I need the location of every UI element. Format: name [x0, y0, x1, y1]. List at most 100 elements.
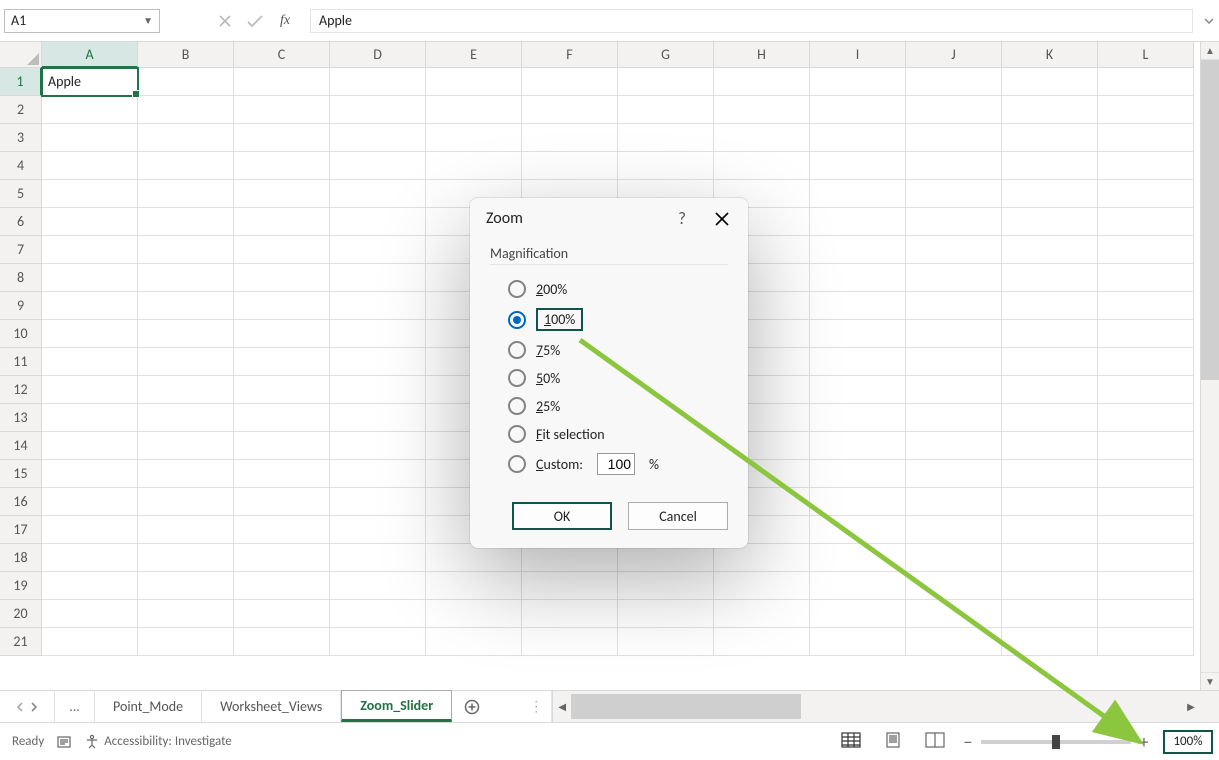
cell[interactable]: [1098, 460, 1194, 488]
cell[interactable]: [810, 208, 906, 236]
row-header[interactable]: 8: [0, 264, 42, 292]
cell[interactable]: [426, 124, 522, 152]
fx-icon[interactable]: fx: [270, 9, 300, 33]
cell[interactable]: [1098, 348, 1194, 376]
row-header[interactable]: 15: [0, 460, 42, 488]
cell[interactable]: [330, 572, 426, 600]
cell[interactable]: [426, 600, 522, 628]
zoom-slider[interactable]: − +: [959, 731, 1153, 753]
cell[interactable]: [1098, 432, 1194, 460]
cell[interactable]: [42, 264, 138, 292]
zoom-option-fit[interactable]: Fit selection: [490, 420, 728, 448]
cell[interactable]: [330, 292, 426, 320]
cell[interactable]: [138, 68, 234, 96]
cell[interactable]: [42, 572, 138, 600]
zoom-in-button[interactable]: +: [1135, 731, 1153, 753]
cell[interactable]: [522, 600, 618, 628]
cell[interactable]: [1098, 96, 1194, 124]
cell[interactable]: [234, 600, 330, 628]
zoom-level-button[interactable]: 100%: [1163, 730, 1213, 754]
cell[interactable]: [138, 152, 234, 180]
row-header[interactable]: 2: [0, 96, 42, 124]
cell[interactable]: [234, 264, 330, 292]
sheet-tab-point-mode[interactable]: Point_Mode: [95, 691, 202, 722]
row-header[interactable]: 18: [0, 544, 42, 572]
cell[interactable]: [906, 96, 1002, 124]
cell[interactable]: [234, 208, 330, 236]
cell[interactable]: [138, 572, 234, 600]
cell[interactable]: [330, 68, 426, 96]
cell[interactable]: [906, 488, 1002, 516]
cell[interactable]: [810, 572, 906, 600]
row-header[interactable]: 17: [0, 516, 42, 544]
cell[interactable]: [1098, 544, 1194, 572]
cell[interactable]: [1098, 208, 1194, 236]
cell[interactable]: [1002, 516, 1098, 544]
zoom-slider-track[interactable]: [981, 740, 1131, 744]
cell[interactable]: [810, 432, 906, 460]
row-header[interactable]: 5: [0, 180, 42, 208]
cell[interactable]: [42, 460, 138, 488]
cell[interactable]: [906, 68, 1002, 96]
cell[interactable]: [330, 264, 426, 292]
sheet-nav[interactable]: [0, 691, 55, 722]
cell[interactable]: [1002, 292, 1098, 320]
cell[interactable]: [1098, 236, 1194, 264]
cell[interactable]: [234, 460, 330, 488]
cell[interactable]: [138, 180, 234, 208]
cell[interactable]: [234, 320, 330, 348]
cell[interactable]: [906, 432, 1002, 460]
cell[interactable]: [810, 96, 906, 124]
cell[interactable]: [138, 348, 234, 376]
cell[interactable]: [330, 152, 426, 180]
column-header[interactable]: F: [522, 42, 618, 68]
row-header[interactable]: 6: [0, 208, 42, 236]
sheet-overflow[interactable]: ...: [55, 691, 95, 722]
cell[interactable]: [42, 96, 138, 124]
row-header[interactable]: 16: [0, 488, 42, 516]
cell[interactable]: [1002, 180, 1098, 208]
cell[interactable]: [330, 488, 426, 516]
cell[interactable]: [522, 152, 618, 180]
column-header[interactable]: J: [906, 42, 1002, 68]
cell[interactable]: [522, 124, 618, 152]
cell[interactable]: [1002, 152, 1098, 180]
cell[interactable]: [1002, 320, 1098, 348]
cell[interactable]: [426, 572, 522, 600]
ok-button[interactable]: OK: [512, 502, 612, 530]
cell[interactable]: [906, 292, 1002, 320]
row-header[interactable]: 12: [0, 376, 42, 404]
cell[interactable]: [906, 348, 1002, 376]
cell[interactable]: [906, 404, 1002, 432]
cell[interactable]: [1002, 460, 1098, 488]
cell[interactable]: [522, 628, 618, 656]
cell[interactable]: [906, 516, 1002, 544]
cell[interactable]: [1002, 208, 1098, 236]
cell[interactable]: [1002, 600, 1098, 628]
row-header[interactable]: 3: [0, 124, 42, 152]
cell[interactable]: [138, 264, 234, 292]
cell[interactable]: [522, 68, 618, 96]
cell[interactable]: [234, 404, 330, 432]
column-header[interactable]: I: [810, 42, 906, 68]
cell[interactable]: [234, 488, 330, 516]
cell[interactable]: [42, 432, 138, 460]
cell[interactable]: [42, 404, 138, 432]
cell[interactable]: [714, 600, 810, 628]
cell[interactable]: [1098, 264, 1194, 292]
cell[interactable]: [810, 152, 906, 180]
cell[interactable]: [1098, 68, 1194, 96]
cell[interactable]: [1002, 264, 1098, 292]
cell[interactable]: [1002, 432, 1098, 460]
cell[interactable]: [138, 628, 234, 656]
cell[interactable]: [138, 544, 234, 572]
cell[interactable]: [810, 124, 906, 152]
cell[interactable]: [618, 96, 714, 124]
cell[interactable]: [138, 292, 234, 320]
cell[interactable]: [714, 572, 810, 600]
cell[interactable]: [810, 600, 906, 628]
cell[interactable]: [618, 152, 714, 180]
cell[interactable]: [426, 544, 522, 572]
cell[interactable]: [1098, 628, 1194, 656]
scroll-down-icon[interactable]: ▼: [1201, 672, 1219, 690]
